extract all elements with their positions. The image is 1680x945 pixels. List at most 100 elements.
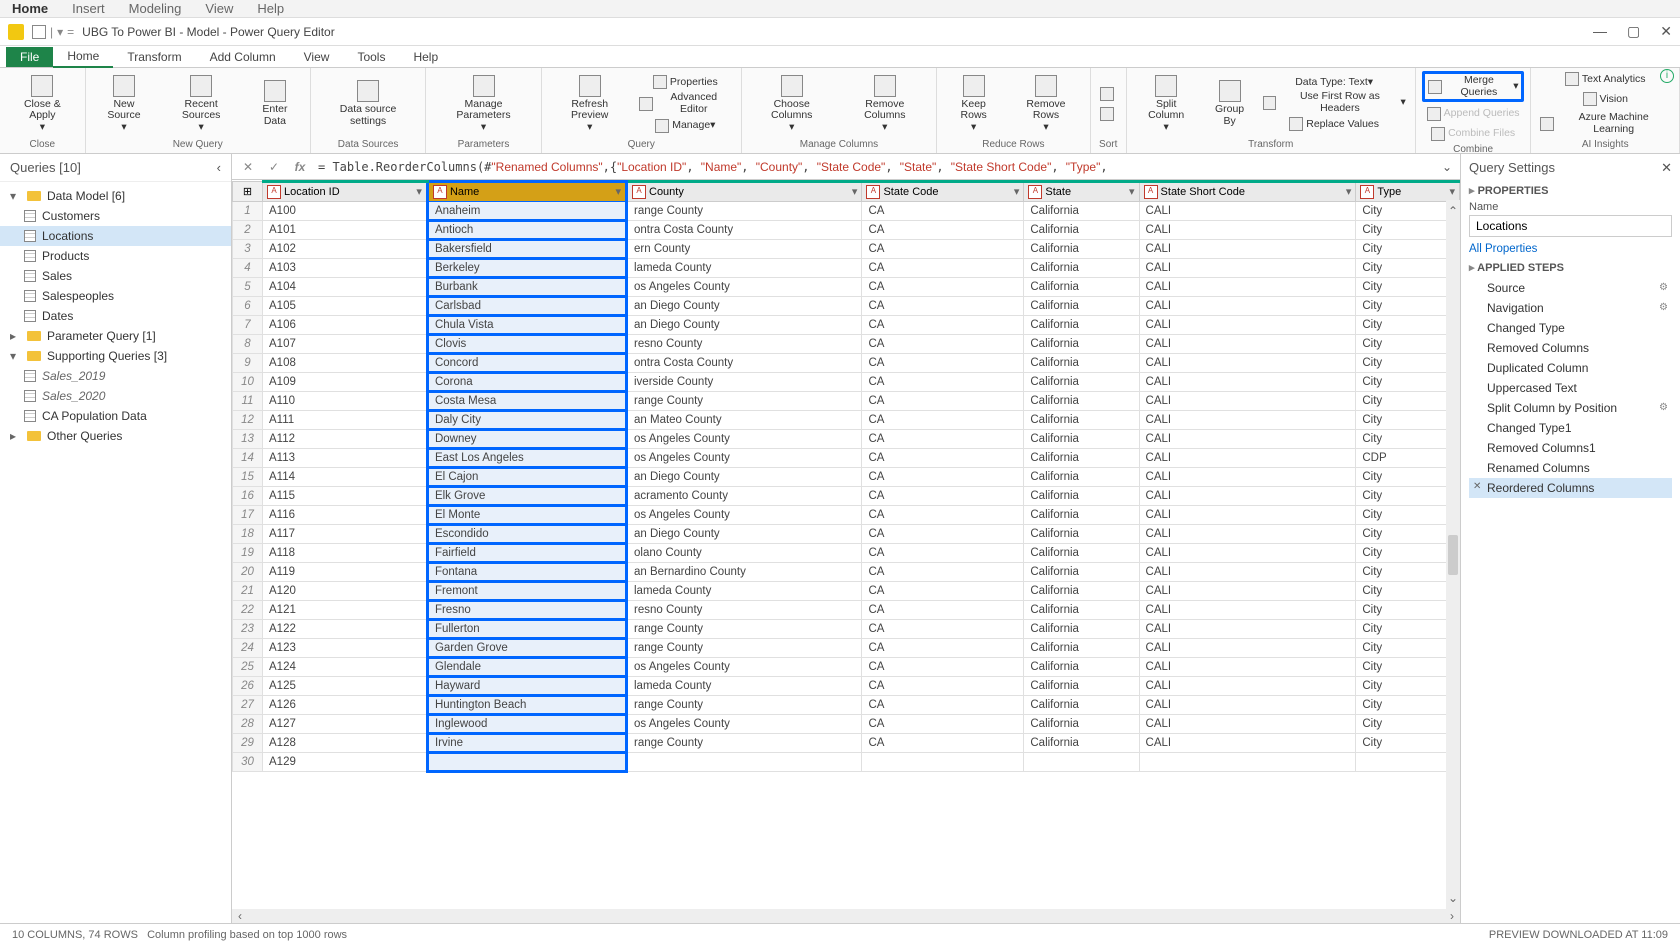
grid-cell[interactable]: A112 bbox=[263, 430, 428, 449]
grid-cell[interactable]: range County bbox=[627, 696, 862, 715]
close-apply-button[interactable]: Close & Apply▾ bbox=[6, 71, 79, 137]
grid-cell[interactable]: California bbox=[1024, 354, 1139, 373]
grid-cell[interactable]: City bbox=[1356, 411, 1460, 430]
grid-cell[interactable]: California bbox=[1024, 259, 1139, 278]
grid-cell[interactable]: A101 bbox=[263, 221, 428, 240]
group-by-button[interactable]: Group By bbox=[1204, 71, 1256, 137]
query-sales-2019[interactable]: Sales_2019 bbox=[0, 366, 231, 386]
grid-cell[interactable]: an Diego County bbox=[627, 468, 862, 487]
outer-menu-modeling[interactable]: Modeling bbox=[129, 1, 182, 16]
filter-dropdown-icon[interactable]: ▾ bbox=[1449, 185, 1455, 198]
grid-cell[interactable]: A115 bbox=[263, 487, 428, 506]
remove-rows-button[interactable]: Remove Rows▾ bbox=[1008, 71, 1084, 137]
grid-cell[interactable]: CA bbox=[862, 620, 1024, 639]
grid-cell[interactable]: Fremont bbox=[427, 582, 626, 601]
grid-cell[interactable]: City bbox=[1356, 392, 1460, 411]
grid-cell[interactable]: Garden Grove bbox=[427, 639, 626, 658]
column-header-state-code[interactable]: AState Code▾ bbox=[862, 182, 1024, 202]
row-index[interactable]: 19 bbox=[233, 544, 263, 563]
grid-cell[interactable]: range County bbox=[627, 620, 862, 639]
grid-cell[interactable]: City bbox=[1356, 696, 1460, 715]
tab-home[interactable]: Home bbox=[53, 46, 113, 68]
grid-cell[interactable]: CA bbox=[862, 582, 1024, 601]
grid-cell[interactable]: City bbox=[1356, 715, 1460, 734]
grid-cell[interactable]: CALI bbox=[1139, 639, 1356, 658]
grid-cell[interactable]: CALI bbox=[1139, 582, 1356, 601]
formula-fx-icon[interactable]: fx bbox=[292, 159, 308, 175]
row-index[interactable]: 25 bbox=[233, 658, 263, 677]
grid-cell[interactable]: an Diego County bbox=[627, 525, 862, 544]
grid-cell[interactable]: CALI bbox=[1139, 715, 1356, 734]
row-index[interactable]: 30 bbox=[233, 753, 263, 772]
filter-dropdown-icon[interactable]: ▾ bbox=[416, 185, 422, 198]
gear-icon[interactable]: ⚙ bbox=[1659, 402, 1668, 413]
grid-cell[interactable]: A124 bbox=[263, 658, 428, 677]
gear-icon[interactable]: ⚙ bbox=[1659, 302, 1668, 313]
filter-dropdown-icon[interactable]: ▾ bbox=[615, 185, 621, 198]
folder-other[interactable]: Other Queries bbox=[0, 426, 231, 446]
grid-cell[interactable]: El Cajon bbox=[427, 468, 626, 487]
grid-cell[interactable]: CALI bbox=[1139, 696, 1356, 715]
properties-button[interactable]: Properties bbox=[636, 74, 735, 90]
grid-cell[interactable]: an Mateo County bbox=[627, 411, 862, 430]
grid-cell[interactable]: City bbox=[1356, 658, 1460, 677]
grid-cell[interactable]: A104 bbox=[263, 278, 428, 297]
grid-cell[interactable]: CA bbox=[862, 525, 1024, 544]
row-index[interactable]: 24 bbox=[233, 639, 263, 658]
grid-cell[interactable]: Irvine bbox=[427, 734, 626, 753]
grid-cell[interactable]: resno County bbox=[627, 335, 862, 354]
folder-data-model[interactable]: Data Model [6] bbox=[0, 186, 231, 206]
filter-dropdown-icon[interactable]: ▾ bbox=[1014, 185, 1020, 198]
outer-menu-home[interactable]: Home bbox=[12, 1, 48, 16]
grid-cell[interactable]: California bbox=[1024, 696, 1139, 715]
grid-cell[interactable]: ontra Costa County bbox=[627, 221, 862, 240]
step-changed-type1[interactable]: Changed Type1 bbox=[1469, 418, 1672, 438]
grid-cell[interactable]: California bbox=[1024, 677, 1139, 696]
grid-cell[interactable]: CA bbox=[862, 487, 1024, 506]
grid-cell[interactable]: A110 bbox=[263, 392, 428, 411]
grid-cell[interactable]: CALI bbox=[1139, 601, 1356, 620]
maximize-button[interactable]: ▢ bbox=[1627, 23, 1640, 40]
grid-cell[interactable]: Concord bbox=[427, 354, 626, 373]
azure-ml-button[interactable]: Azure Machine Learning bbox=[1537, 111, 1673, 136]
grid-cell[interactable]: California bbox=[1024, 430, 1139, 449]
close-window-button[interactable]: ✕ bbox=[1660, 23, 1672, 40]
step-split-column-by-position[interactable]: Split Column by Position⚙ bbox=[1469, 398, 1672, 418]
grid-cell[interactable]: Fairfield bbox=[427, 544, 626, 563]
grid-cell[interactable]: California bbox=[1024, 335, 1139, 354]
grid-cell[interactable]: City bbox=[1356, 620, 1460, 639]
scroll-right-icon[interactable]: › bbox=[1450, 909, 1454, 923]
query-name-input[interactable] bbox=[1469, 215, 1672, 237]
grid-cell[interactable]: range County bbox=[627, 392, 862, 411]
scroll-thumb[interactable] bbox=[1448, 535, 1458, 575]
grid-cell[interactable]: CA bbox=[862, 373, 1024, 392]
advanced-editor-button[interactable]: Advanced Editor bbox=[636, 91, 735, 116]
grid-cell[interactable]: California bbox=[1024, 240, 1139, 259]
vertical-scrollbar[interactable]: ⌃⌄ bbox=[1446, 200, 1460, 909]
grid-cell[interactable]: CALI bbox=[1139, 240, 1356, 259]
grid-cell[interactable]: California bbox=[1024, 202, 1139, 221]
grid-cell[interactable]: City bbox=[1356, 202, 1460, 221]
grid-cell[interactable]: CA bbox=[862, 411, 1024, 430]
row-index[interactable]: 7 bbox=[233, 316, 263, 335]
recent-sources-button[interactable]: Recent Sources▾ bbox=[160, 71, 242, 137]
grid-cell[interactable]: City bbox=[1356, 335, 1460, 354]
grid-cell[interactable]: CA bbox=[862, 278, 1024, 297]
grid-cell[interactable]: California bbox=[1024, 715, 1139, 734]
grid-cell[interactable]: California bbox=[1024, 506, 1139, 525]
grid-cell[interactable]: lameda County bbox=[627, 259, 862, 278]
grid-cell[interactable]: City bbox=[1356, 601, 1460, 620]
grid-cell[interactable]: City bbox=[1356, 506, 1460, 525]
row-index[interactable]: 14 bbox=[233, 449, 263, 468]
grid-cell[interactable]: lameda County bbox=[627, 677, 862, 696]
grid-cell[interactable]: City bbox=[1356, 259, 1460, 278]
grid-cell[interactable]: A120 bbox=[263, 582, 428, 601]
grid-cell[interactable]: CALI bbox=[1139, 335, 1356, 354]
grid-cell[interactable]: A107 bbox=[263, 335, 428, 354]
grid-cell[interactable]: California bbox=[1024, 316, 1139, 335]
column-header-name[interactable]: AName▾ bbox=[427, 182, 626, 202]
grid-cell[interactable]: A113 bbox=[263, 449, 428, 468]
save-icon[interactable] bbox=[32, 25, 46, 39]
grid-cell[interactable]: California bbox=[1024, 601, 1139, 620]
grid-cell[interactable]: CALI bbox=[1139, 392, 1356, 411]
